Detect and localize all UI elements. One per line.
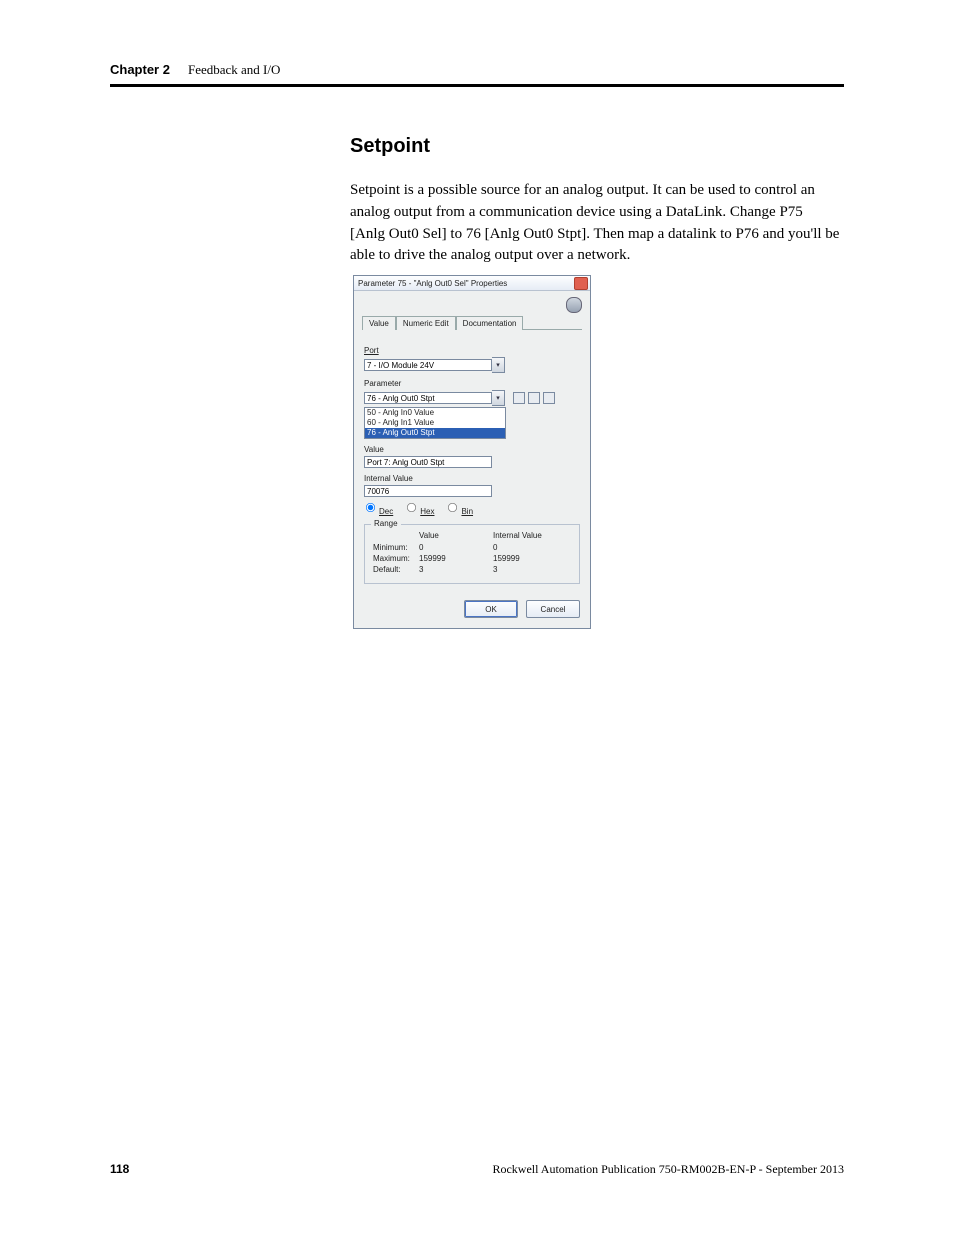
range-max-label: Maximum: xyxy=(373,553,419,564)
header-rule xyxy=(110,84,844,87)
range-fieldset: Range Value Internal Value Minimum: 0 0 … xyxy=(364,524,580,584)
range-max-internal: 159999 xyxy=(493,553,520,564)
wizard-icon[interactable] xyxy=(566,297,582,313)
range-min-value: 0 xyxy=(419,542,493,553)
dialog-tabs: Value Numeric Edit Documentation xyxy=(362,315,582,330)
list-item-selected[interactable]: 76 - Anlg Out0 Stpt xyxy=(365,428,505,438)
range-def-value: 3 xyxy=(419,564,493,575)
range-def-internal: 3 xyxy=(493,564,497,575)
parameter-label: Parameter xyxy=(364,379,580,388)
range-legend: Range xyxy=(371,519,401,528)
internal-value-label: Internal Value xyxy=(364,474,580,483)
range-header-internal: Internal Value xyxy=(493,531,542,540)
value-label: Value xyxy=(364,445,580,454)
section-heading: Setpoint xyxy=(350,135,840,158)
tab-numeric-edit[interactable]: Numeric Edit xyxy=(396,316,456,330)
close-icon[interactable] xyxy=(574,277,588,290)
range-min-label: Minimum: xyxy=(373,542,419,553)
port-combo[interactable] xyxy=(364,359,492,371)
properties-dialog: Parameter 75 - "Anlg Out0 Sel" Propertie… xyxy=(353,275,591,629)
radio-hex[interactable]: Hex xyxy=(405,501,434,516)
dialog-titlebar[interactable]: Parameter 75 - "Anlg Out0 Sel" Propertie… xyxy=(354,276,590,291)
tree-icon[interactable] xyxy=(543,392,555,404)
waveform-icon[interactable] xyxy=(528,392,540,404)
page-header: Chapter 2 Feedback and I/O xyxy=(110,62,844,87)
chevron-down-icon[interactable]: ▾ xyxy=(492,357,505,373)
chevron-down-icon[interactable]: ▾ xyxy=(492,390,505,406)
cancel-button[interactable]: Cancel xyxy=(526,600,580,618)
range-header-value: Value xyxy=(419,531,493,540)
section-paragraph: Setpoint is a possible source for an ana… xyxy=(350,180,840,267)
content-column: Setpoint Setpoint is a possible source f… xyxy=(350,135,840,285)
dialog-title-text: Parameter 75 - "Anlg Out0 Sel" Propertie… xyxy=(358,279,507,288)
radio-bin[interactable]: Bin xyxy=(446,501,473,516)
header-chapter: Chapter 2 xyxy=(110,62,170,77)
port-label: Port xyxy=(364,346,580,355)
header-section: Feedback and I/O xyxy=(188,62,280,78)
publication-line: Rockwell Automation Publication 750-RM00… xyxy=(492,1162,844,1177)
wizard-select-icon[interactable] xyxy=(513,392,525,404)
tab-value[interactable]: Value xyxy=(362,316,396,330)
parameter-combo[interactable] xyxy=(364,392,492,404)
value-field xyxy=(364,456,492,468)
list-item[interactable]: 60 - Anlg In1 Value xyxy=(365,418,505,428)
internal-value-field xyxy=(364,485,492,497)
tab-documentation[interactable]: Documentation xyxy=(456,316,524,330)
parameter-listbox[interactable]: 50 - Anlg In0 Value 60 - Anlg In1 Value … xyxy=(364,407,506,439)
page-number: 118 xyxy=(110,1162,129,1177)
list-item[interactable]: 50 - Anlg In0 Value xyxy=(365,408,505,418)
range-def-label: Default: xyxy=(373,564,419,575)
radio-dec[interactable]: Dec xyxy=(364,501,393,516)
range-min-internal: 0 xyxy=(493,542,497,553)
range-max-value: 159999 xyxy=(419,553,493,564)
page-footer: 118 Rockwell Automation Publication 750-… xyxy=(110,1162,844,1177)
ok-button[interactable]: OK xyxy=(464,600,518,618)
